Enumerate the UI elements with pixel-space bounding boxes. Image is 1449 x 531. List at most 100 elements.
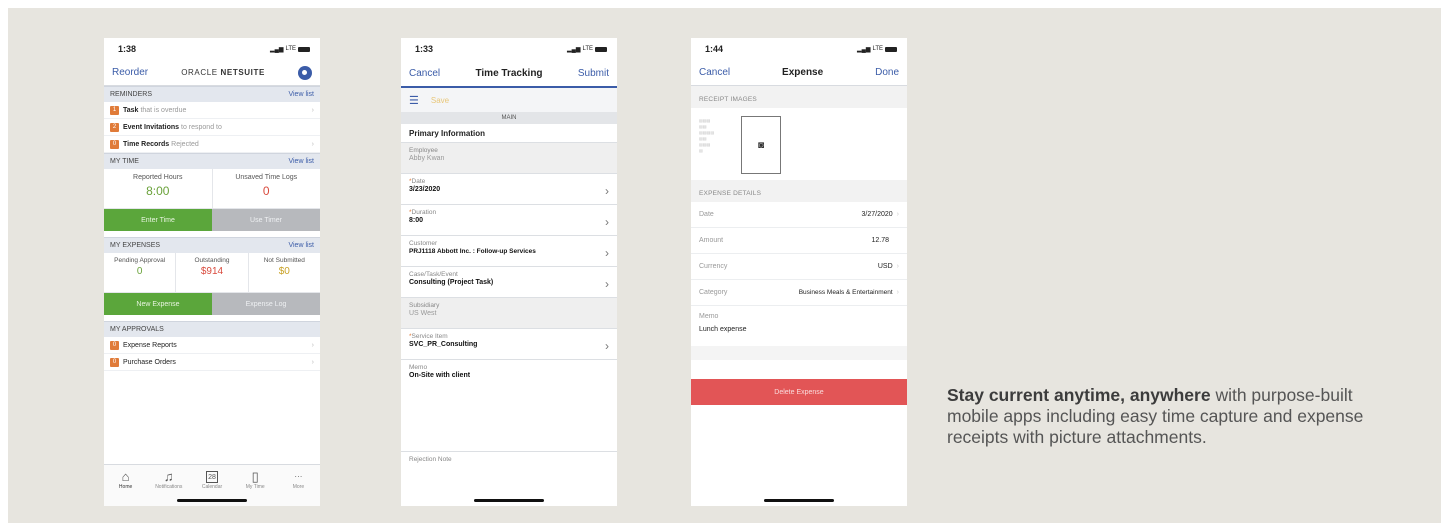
enter-time-button[interactable]: Enter Time bbox=[104, 209, 212, 231]
expense-memo-value[interactable]: Lunch expense bbox=[691, 326, 907, 346]
clock: 1:38 bbox=[118, 44, 137, 54]
expense-amount-row[interactable]: Amount 12.78 bbox=[691, 228, 907, 254]
phone-home-screen: 1:38 ▂▄▆ LTE Reorder ORACLE NETSUITE REM… bbox=[104, 38, 320, 506]
memo-field[interactable]: Memo On-Site with client bbox=[401, 359, 617, 451]
expense-date-row[interactable]: Date 3/27/2020 › bbox=[691, 202, 907, 228]
count-badge: 0 bbox=[110, 357, 119, 367]
chevron-right-icon: › bbox=[896, 289, 899, 296]
customer-field[interactable]: Customer PRJ1118 Abbott Inc. : Follow-up… bbox=[401, 235, 617, 266]
more-icon: ··· bbox=[294, 472, 303, 481]
home-indicator[interactable] bbox=[177, 499, 247, 502]
nav-bar: Reorder ORACLE NETSUITE bbox=[104, 60, 320, 86]
outstanding[interactable]: Outstanding $914 bbox=[176, 253, 249, 292]
tab-home[interactable]: ⌂ Home bbox=[104, 465, 147, 506]
clock: 1:33 bbox=[415, 44, 434, 54]
pending-approval[interactable]: Pending Approval 0 bbox=[104, 253, 177, 292]
signal-icon: ▂▄▆ LTE bbox=[270, 46, 310, 53]
unsaved-time-logs[interactable]: Unsaved Time Logs 0 bbox=[213, 169, 321, 208]
camera-icon[interactable]: ◙ bbox=[741, 116, 781, 174]
count-badge: 0 bbox=[110, 340, 119, 350]
expense-memo-label: Memo bbox=[699, 312, 719, 320]
signal-icon: ▂▄▆ LTE bbox=[567, 46, 607, 53]
status-bar: 1:38 ▂▄▆ LTE bbox=[104, 38, 320, 60]
service-item-field[interactable]: *Service Item SVC_PR_Consulting › bbox=[401, 328, 617, 359]
expense-log-button[interactable]: Expense Log bbox=[212, 293, 320, 315]
reported-hours[interactable]: Reported Hours 8:00 bbox=[104, 169, 213, 208]
user-icon[interactable] bbox=[297, 65, 312, 80]
phone-expense-screen: 1:44 ▂▄▆ LTE Cancel Expense Done RECEIPT… bbox=[691, 38, 907, 506]
chevron-right-icon: › bbox=[311, 341, 314, 349]
my-expenses-stats: Pending Approval 0 Outstanding $914 Not … bbox=[104, 253, 320, 293]
home-icon: ⌂ bbox=[121, 469, 130, 484]
submit-button[interactable]: Submit bbox=[578, 68, 609, 79]
my-time-actions: Enter Time Use Timer bbox=[104, 209, 320, 231]
document-icon: ▯ bbox=[251, 469, 259, 484]
reminder-item-task[interactable]: 1 Task that is overdue › bbox=[104, 102, 320, 119]
page-title: Expense bbox=[782, 67, 824, 78]
receipt-thumbnail[interactable]: ▤▤▤ ▤▤ ▤▤▤▤ ▤▤ ▤▤▤ ▤ bbox=[697, 116, 737, 176]
delete-expense-button[interactable]: Delete Expense bbox=[691, 379, 907, 405]
my-expenses-view-list-link[interactable]: View list bbox=[288, 242, 314, 249]
reorder-button[interactable]: Reorder bbox=[112, 67, 148, 78]
chevron-right-icon: › bbox=[605, 246, 609, 260]
page-title: Time Tracking bbox=[475, 67, 543, 79]
approval-item-purchase-orders[interactable]: 0 Purchase Orders › bbox=[104, 354, 320, 371]
oracle-netsuite-logo: ORACLE NETSUITE bbox=[181, 68, 265, 77]
tagline: Stay current anytime, anywhere with purp… bbox=[947, 385, 1364, 447]
chevron-right-icon: › bbox=[311, 106, 314, 114]
save-button[interactable]: Save bbox=[431, 96, 449, 105]
tab-main[interactable]: MAIN bbox=[401, 112, 617, 124]
my-approvals-header: MY APPROVALS bbox=[104, 321, 320, 337]
reminder-item-time-records[interactable]: 0 Time Records Rejected › bbox=[104, 136, 320, 153]
reminder-item-events[interactable]: 2 Event Invitations to respond to bbox=[104, 119, 320, 136]
calendar-icon: 28 bbox=[206, 471, 218, 483]
signal-icon: ▂▄▆ LTE bbox=[857, 46, 897, 53]
section-title: Primary Information bbox=[409, 129, 486, 138]
my-time-stats: Reported Hours 8:00 Unsaved Time Logs 0 bbox=[104, 169, 320, 209]
case-task-event-field[interactable]: Case/Task/Event Consulting (Project Task… bbox=[401, 266, 617, 297]
home-indicator[interactable] bbox=[474, 499, 544, 502]
menu-icon[interactable]: ☰ bbox=[409, 94, 419, 107]
date-field[interactable]: *Date 3/23/2020 › bbox=[401, 173, 617, 204]
bell-icon: ♫ bbox=[163, 469, 174, 484]
approval-item-expense-reports[interactable]: 0 Expense Reports › bbox=[104, 337, 320, 354]
status-bar: 1:33 ▂▄▆ LTE bbox=[401, 38, 617, 60]
employee-field: Employee Abby Kwan bbox=[401, 142, 617, 173]
my-time-view-list-link[interactable]: View list bbox=[288, 158, 314, 165]
nav-bar: Cancel Expense Done bbox=[691, 60, 907, 86]
my-expenses-header: MY EXPENSES View list bbox=[104, 237, 320, 253]
expense-category-row[interactable]: Category Business Meals & Entertainment … bbox=[691, 280, 907, 306]
status-bar: 1:44 ▂▄▆ LTE bbox=[691, 38, 907, 60]
not-submitted[interactable]: Not Submitted $0 bbox=[249, 253, 320, 292]
receipt-images-header: RECEIPT IMAGES bbox=[691, 86, 907, 108]
expense-details-header: EXPENSE DETAILS bbox=[691, 180, 907, 202]
home-indicator[interactable] bbox=[764, 499, 834, 502]
cancel-button[interactable]: Cancel bbox=[699, 67, 730, 78]
my-time-header: MY TIME View list bbox=[104, 153, 320, 169]
count-badge: 2 bbox=[110, 122, 119, 132]
receipt-images: ▤▤▤ ▤▤ ▤▤▤▤ ▤▤ ▤▤▤ ▤ ◙ bbox=[691, 108, 907, 180]
chevron-right-icon: › bbox=[605, 215, 609, 229]
chevron-right-icon: › bbox=[311, 140, 314, 148]
reminders-view-list-link[interactable]: View list bbox=[288, 91, 314, 98]
cancel-button[interactable]: Cancel bbox=[409, 68, 440, 79]
chevron-right-icon: › bbox=[896, 263, 899, 270]
nav-bar: Cancel Time Tracking Submit bbox=[401, 60, 617, 86]
chevron-right-icon: › bbox=[605, 184, 609, 198]
new-expense-button[interactable]: New Expense bbox=[104, 293, 212, 315]
chevron-right-icon: › bbox=[605, 277, 609, 291]
duration-field[interactable]: *Duration 8:00 › bbox=[401, 204, 617, 235]
chevron-right-icon: › bbox=[605, 339, 609, 353]
count-badge: 0 bbox=[110, 139, 119, 149]
done-button[interactable]: Done bbox=[875, 67, 899, 78]
reminders-header: REMINDERS View list bbox=[104, 86, 320, 102]
tab-more[interactable]: ··· More bbox=[277, 465, 320, 506]
chevron-right-icon: › bbox=[896, 211, 899, 218]
subsidiary-field: Subsidiary US West bbox=[401, 297, 617, 328]
battery-icon bbox=[595, 46, 607, 52]
battery-icon bbox=[298, 46, 310, 52]
marketing-panel: 1:38 ▂▄▆ LTE Reorder ORACLE NETSUITE REM… bbox=[8, 8, 1441, 523]
expense-currency-row[interactable]: Currency USD › bbox=[691, 254, 907, 280]
rejection-note-field[interactable]: Rejection Note bbox=[401, 451, 617, 471]
use-timer-button[interactable]: Use Timer bbox=[212, 209, 320, 231]
